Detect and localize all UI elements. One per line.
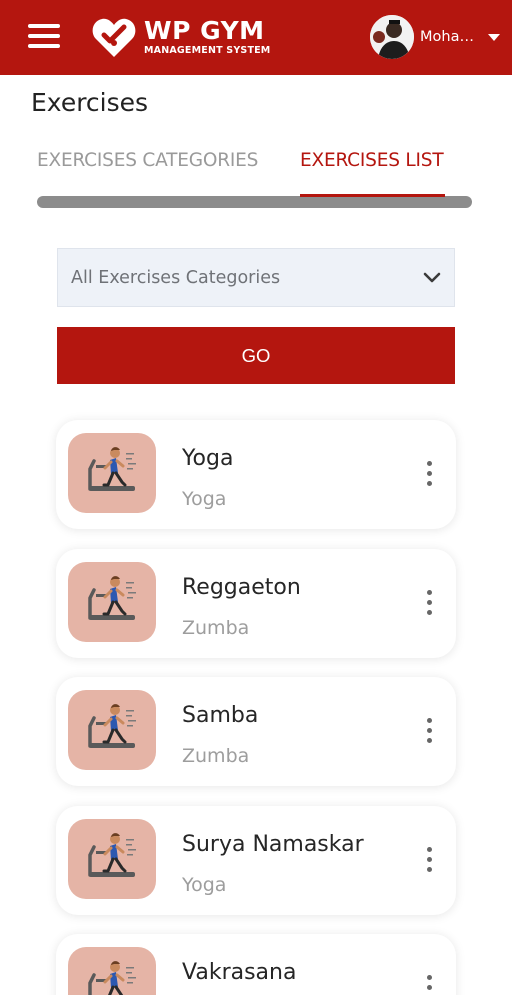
tab-scroll-indicator[interactable]: [37, 196, 472, 208]
exercise-card[interactable]: Surya Namaskar Yoga: [56, 805, 456, 915]
treadmill-runner-icon: [68, 690, 156, 770]
exercise-category: Zumba: [182, 745, 250, 767]
more-options-icon[interactable]: [424, 846, 434, 877]
logo-subtitle: MANAGEMENT SYSTEM: [144, 45, 271, 57]
active-tab-underline: [300, 194, 445, 197]
more-options-icon[interactable]: [424, 975, 434, 995]
category-select-value: All Exercises Categories: [71, 267, 281, 288]
app-logo[interactable]: WP GYM MANAGEMENT SYSTEM: [90, 12, 270, 62]
more-options-icon[interactable]: [424, 461, 434, 491]
exercise-name: Yoga: [182, 446, 234, 471]
go-button[interactable]: GO: [57, 327, 455, 384]
exercise-card[interactable]: Yoga Yoga: [56, 420, 456, 529]
chevron-down-icon: [423, 272, 441, 283]
exercise-name: Surya Namaskar: [182, 831, 364, 857]
user-avatar[interactable]: [370, 15, 414, 59]
exercise-card[interactable]: Reggaeton Zumba: [56, 548, 456, 658]
top-app-bar: WP GYM MANAGEMENT SYSTEM Mohammed: [0, 0, 512, 75]
more-options-icon[interactable]: [424, 589, 434, 620]
treadmill-runner-icon: [68, 561, 156, 642]
exercise-name: Samba: [182, 703, 259, 728]
exercise-category: Zumba: [182, 616, 250, 639]
exercise-category: Yoga: [182, 488, 227, 510]
more-options-icon[interactable]: [424, 718, 434, 748]
exercise-name: Reggaeton: [182, 574, 301, 600]
treadmill-runner-icon: [68, 818, 156, 899]
exercise-card[interactable]: Samba Zumba: [56, 677, 456, 786]
page-title: Exercises: [31, 88, 149, 117]
user-menu[interactable]: Mohammed: [370, 14, 500, 60]
tab-exercises-categories[interactable]: EXERCISES CATEGORIES: [37, 150, 258, 171]
tab-exercises-list[interactable]: EXERCISES LIST: [300, 150, 444, 171]
category-select[interactable]: All Exercises Categories: [57, 248, 455, 307]
exercise-card[interactable]: Vakrasana: [56, 934, 456, 995]
exercise-category: Yoga: [182, 873, 227, 896]
user-name: Mohammed: [420, 29, 476, 45]
exercise-name: Vakrasana: [182, 960, 297, 985]
caret-down-icon[interactable]: [488, 33, 500, 41]
wp-gym-logo-icon: [92, 18, 136, 58]
hamburger-menu-icon[interactable]: [28, 24, 60, 48]
logo-title: WP GYM: [144, 16, 265, 46]
treadmill-runner-icon: [68, 433, 156, 513]
treadmill-runner-icon: [68, 947, 156, 995]
